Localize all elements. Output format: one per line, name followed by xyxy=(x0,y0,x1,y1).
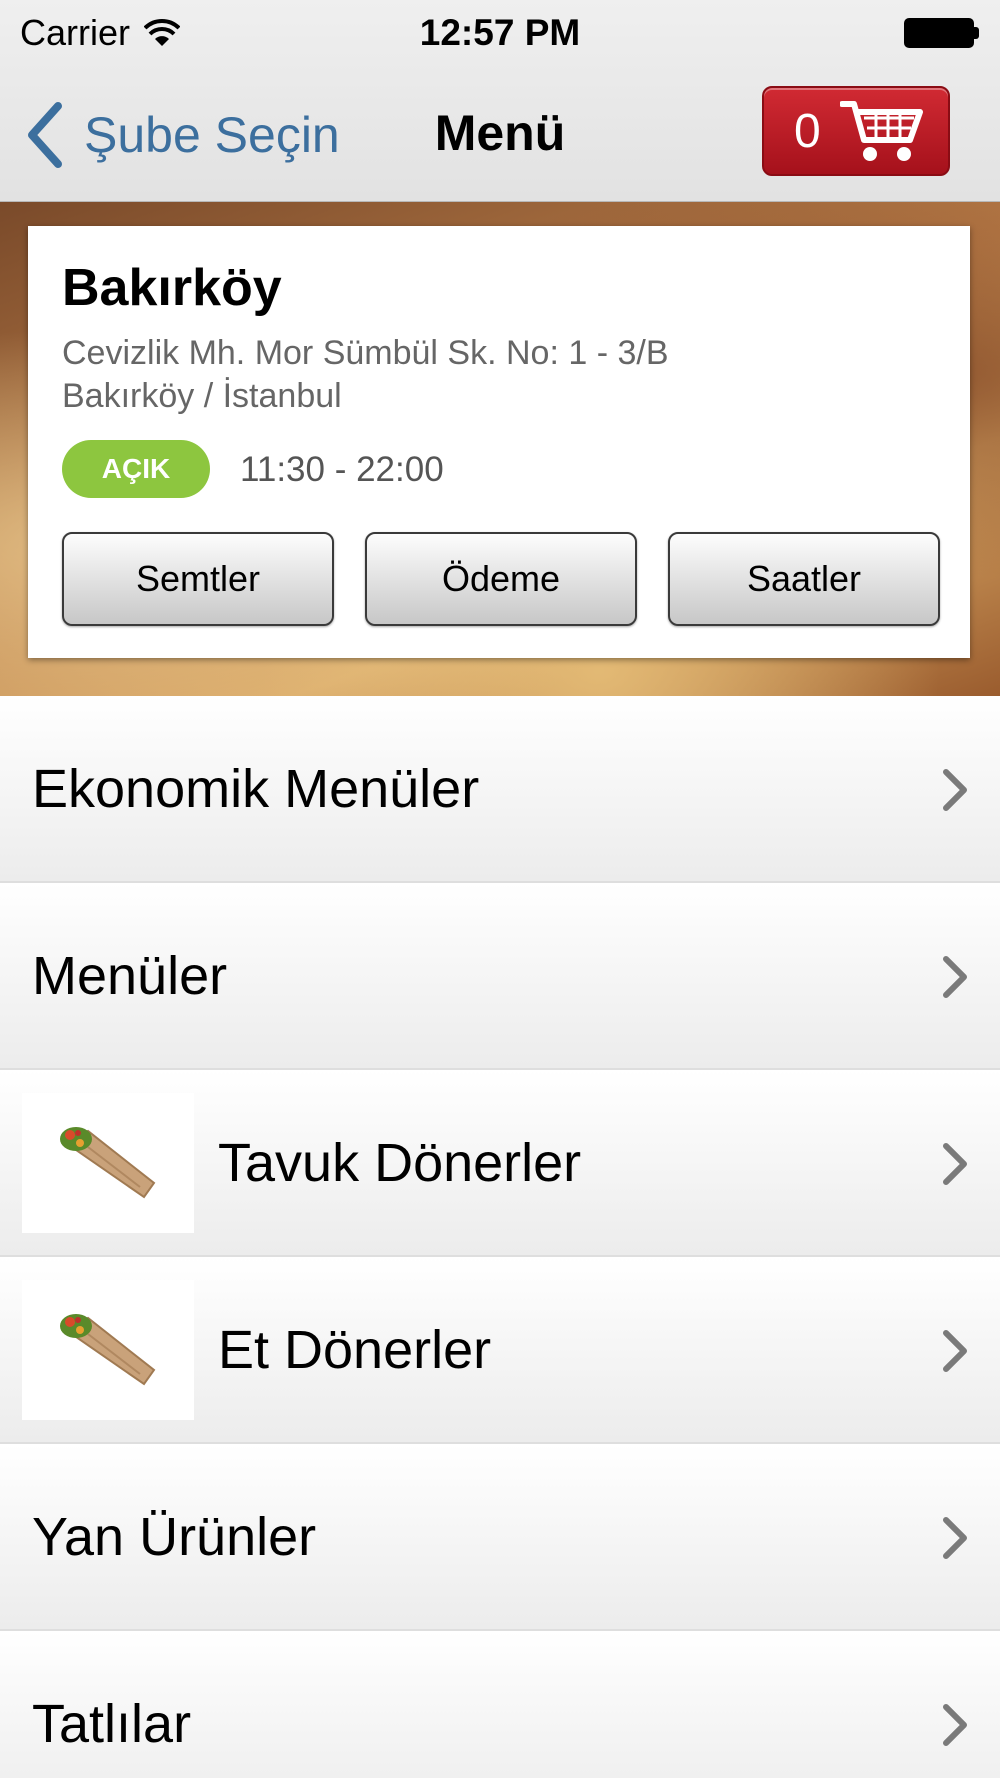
hero-food-background: Bakırköy Cevizlik Mh. Mor Sümbül Sk. No:… xyxy=(0,202,1000,696)
chevron-right-icon xyxy=(943,1143,967,1185)
cart-count: 0 xyxy=(794,104,821,158)
address-line-1: Cevizlik Mh. Mor Sümbül Sk. No: 1 - 3/B xyxy=(62,334,669,372)
product-thumbnail xyxy=(22,1092,194,1233)
address-line-2: Bakırköy / İstanbul xyxy=(62,377,342,415)
cart-button[interactable]: 0 xyxy=(762,86,950,176)
chevron-right-icon xyxy=(943,1517,967,1559)
open-status-badge: AÇIK xyxy=(62,440,210,498)
menu-item-yan-urunler[interactable]: Yan Ürünler xyxy=(0,1444,1000,1631)
payment-button[interactable]: Ödeme xyxy=(365,532,637,626)
chevron-right-icon xyxy=(943,956,967,998)
branch-info-card: Bakırköy Cevizlik Mh. Mor Sümbül Sk. No:… xyxy=(28,226,970,658)
menu-item-label: Tavuk Dönerler xyxy=(218,1132,582,1193)
product-thumbnail xyxy=(22,1279,194,1420)
status-time: 12:57 PM xyxy=(419,12,581,53)
chevron-right-icon xyxy=(943,1330,967,1372)
chevron-right-icon xyxy=(943,1704,967,1746)
wrap-icon xyxy=(60,1126,156,1198)
branch-address: Cevizlik Mh. Mor Sümbül Sk. No: 1 - 3/B … xyxy=(62,332,669,418)
menu-item-et-donerler[interactable]: Et Dönerler xyxy=(0,1257,1000,1444)
hours-button[interactable]: Saatler xyxy=(668,532,940,626)
menu-item-menuler[interactable]: Menüler xyxy=(0,883,1000,1070)
menu-category-list: Ekonomik Menüler Menüler Tavuk Dönerler xyxy=(0,696,1000,1778)
wrap-icon xyxy=(60,1313,156,1385)
branch-name: Bakırköy xyxy=(62,259,282,317)
status-bar: Carrier 12:57 PM xyxy=(0,0,1000,66)
menu-item-tavuk-donerler[interactable]: Tavuk Dönerler xyxy=(0,1070,1000,1257)
menu-item-ekonomik-menuler[interactable]: Ekonomik Menüler xyxy=(0,696,1000,883)
menu-item-label: Menüler xyxy=(32,945,228,1006)
menu-item-label: Tatlılar xyxy=(32,1693,192,1754)
shopping-cart-icon xyxy=(840,101,923,161)
chevron-right-icon xyxy=(943,769,967,811)
navigation-bar: Carrier 12:57 PM Şube Seçin Menü 0 xyxy=(0,0,1000,202)
opening-hours: 11:30 - 22:00 xyxy=(240,450,444,489)
battery-icon xyxy=(904,16,980,50)
menu-item-label: Yan Ürünler xyxy=(32,1506,317,1567)
menu-item-label: Ekonomik Menüler xyxy=(32,758,480,819)
menu-item-tatlilar[interactable]: Tatlılar xyxy=(0,1631,1000,1778)
menu-item-label: Et Dönerler xyxy=(218,1319,492,1380)
districts-button[interactable]: Semtler xyxy=(62,532,334,626)
